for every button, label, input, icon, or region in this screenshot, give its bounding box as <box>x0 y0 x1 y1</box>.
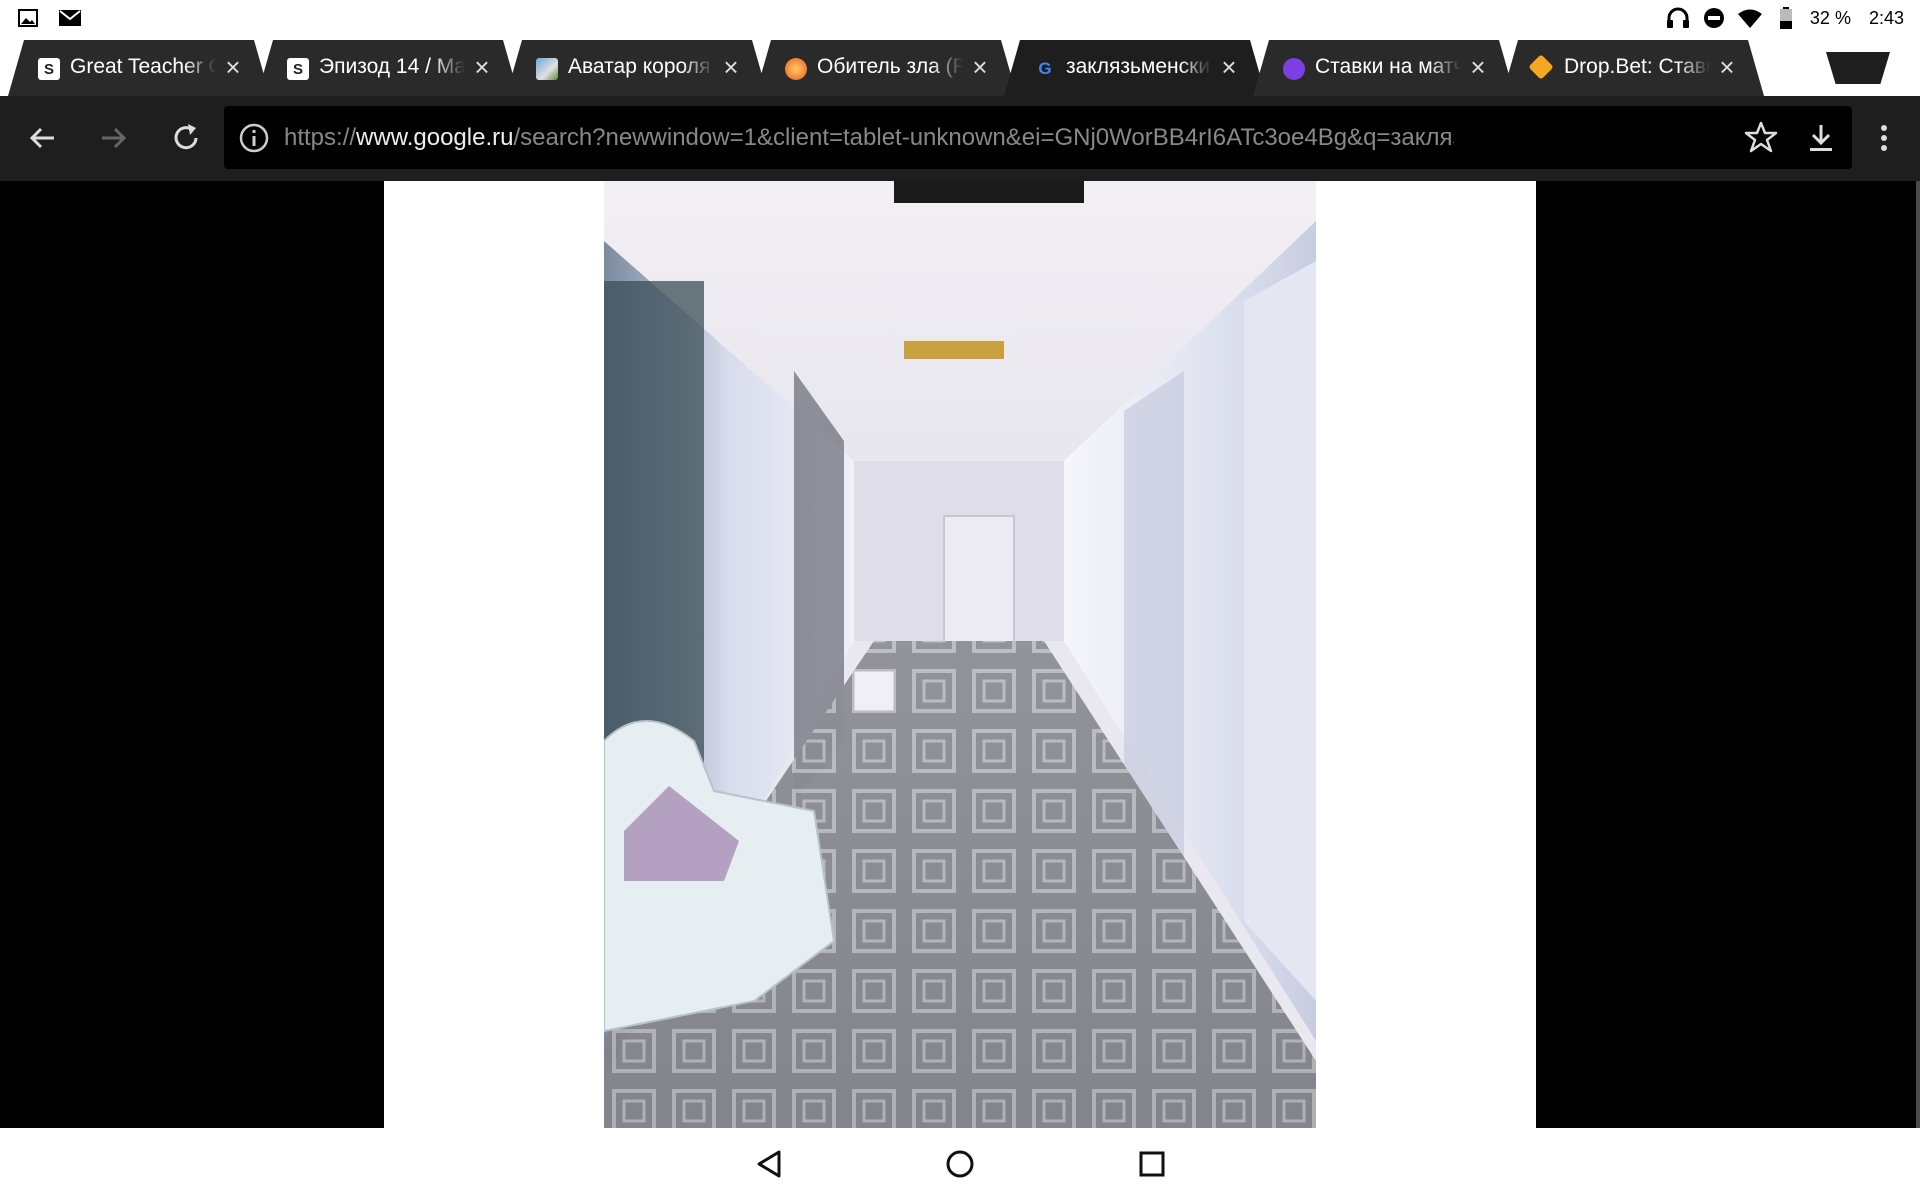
email-icon <box>58 6 82 30</box>
url-scheme: https:// <box>284 124 357 151</box>
tab-google-search[interactable]: G заклязьменский × <box>1004 40 1266 96</box>
url-host: www.google.ru <box>356 124 514 151</box>
star-icon[interactable] <box>1744 120 1778 159</box>
menu-button[interactable] <box>1862 116 1906 160</box>
image-viewer <box>384 181 1536 1128</box>
tab-drop-bet[interactable]: Drop.Bet: Ставки × <box>1502 40 1764 96</box>
s-icon: S <box>287 58 309 80</box>
download-button[interactable] <box>1799 116 1843 160</box>
info-icon[interactable] <box>238 122 270 154</box>
tab-strip: S Great Teacher Onizuka × S Эпизод 14 / … <box>0 36 1920 96</box>
nav-home-button[interactable] <box>936 1142 984 1186</box>
close-icon[interactable]: × <box>1218 54 1240 80</box>
purple-favicon <box>1283 58 1305 80</box>
battery-icon <box>1774 6 1798 30</box>
s-icon: S <box>38 58 60 80</box>
headphones-icon <box>1666 6 1690 30</box>
close-icon[interactable]: × <box>1716 54 1738 80</box>
tab-episode-14[interactable]: S Эпизод 14 / Magi × <box>257 40 519 96</box>
tab-title: Ставки на матчи <box>1315 55 1461 78</box>
refresh-icon <box>174 124 198 150</box>
clock: 2:43 <box>1868 7 1904 28</box>
tab-title: Great Teacher Onizuka <box>70 55 216 78</box>
picture-favicon <box>536 58 558 80</box>
close-icon[interactable]: × <box>969 54 991 80</box>
close-icon[interactable]: × <box>720 54 742 80</box>
triangle-back-icon <box>757 1150 781 1178</box>
url-text[interactable]: https://www.google.ru/search?newwindow=1… <box>284 124 1454 152</box>
do-not-disturb-icon <box>1702 6 1726 30</box>
tab-title: заклязьменский <box>1066 55 1212 78</box>
forward-button[interactable] <box>92 116 136 160</box>
nav-back-button[interactable] <box>746 1142 794 1186</box>
tab-title: Обитель зла (Resident <box>817 55 963 78</box>
tab-title: Эпизод 14 / Magi <box>319 55 465 78</box>
wifi-icon <box>1737 6 1762 30</box>
back-button[interactable] <box>20 116 64 160</box>
tab-avatar-korolya[interactable]: Аватар короля / × <box>506 40 768 96</box>
address-bar[interactable]: https://www.google.ru/search?newwindow=1… <box>224 106 1852 169</box>
image-icon <box>16 6 40 30</box>
arrow-right-icon <box>102 127 127 149</box>
square-recents-icon <box>1139 1151 1165 1177</box>
tab-title: Drop.Bet: Ставки <box>1564 55 1710 78</box>
tab-obitel-zla[interactable]: Обитель зла (Resident × <box>755 40 1017 96</box>
tab-stavki-na-matchi[interactable]: Ставки на матчи × <box>1253 40 1515 96</box>
tab-title: Аватар короля / <box>568 55 714 78</box>
nav-recents-button[interactable] <box>1128 1142 1176 1186</box>
close-icon[interactable]: × <box>1467 54 1489 80</box>
reload-button[interactable] <box>164 116 208 160</box>
new-tab-button[interactable] <box>1826 52 1890 84</box>
google-favicon: G <box>1038 59 1052 78</box>
scrollbar[interactable] <box>1916 181 1920 1128</box>
url-path: /search?newwindow=1&client=tablet-unknow… <box>513 124 1454 151</box>
more-vert-icon <box>1881 125 1887 151</box>
tab-great-teacher-onizuka[interactable]: S Great Teacher Onizuka × <box>8 40 270 96</box>
inverted-corridor-photo[interactable] <box>604 181 1316 1128</box>
web-content <box>0 181 1920 1128</box>
arrow-left-icon <box>29 127 54 149</box>
download-icon <box>1810 125 1832 151</box>
status-bar: 32 % 2:43 <box>0 0 1920 36</box>
system-nav-bar <box>0 1128 1920 1200</box>
browser-toolbar: https://www.google.ru/search?newwindow=1… <box>0 96 1920 181</box>
close-icon[interactable]: × <box>471 54 493 80</box>
orange-favicon <box>785 58 807 80</box>
circle-home-icon <box>946 1150 974 1178</box>
battery-percent: 32 % <box>1809 7 1851 28</box>
close-icon[interactable]: × <box>222 54 244 80</box>
